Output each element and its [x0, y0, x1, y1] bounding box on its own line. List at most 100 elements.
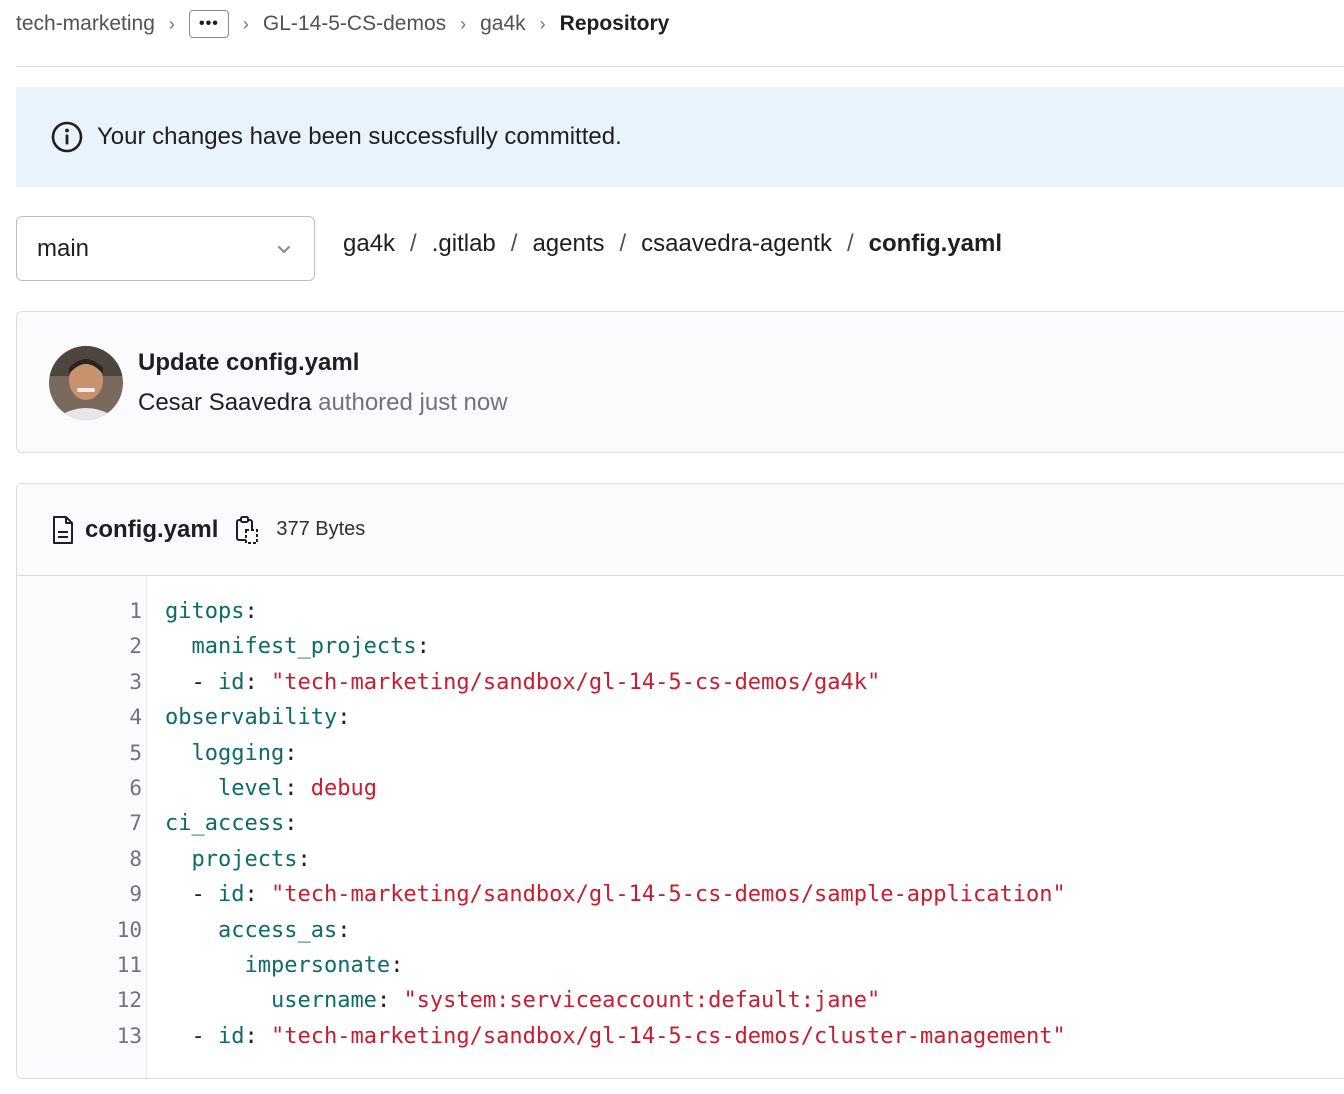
path-segment-gitlab[interactable]: .gitlab	[432, 230, 496, 258]
file-viewer: config.yaml 377 Bytes 1 2 3 4 5 6 7 8 9 10 11 12 13 …	[16, 483, 1344, 1079]
yaml-punctuation: :	[284, 740, 298, 766]
breadcrumb: tech-marketing › ••• › GL-14-5-CS-demos …	[16, 8, 669, 40]
path-separator: /	[510, 230, 518, 257]
path-segment-agent[interactable]: csaavedra-agentk	[641, 230, 832, 258]
file-size: 377 Bytes	[276, 518, 366, 540]
yaml-key: access_as	[217, 917, 338, 943]
yaml-key: level	[217, 775, 285, 801]
yaml-punctuation: :	[390, 952, 404, 978]
yaml-key: id	[217, 882, 245, 908]
yaml-punctuation: -	[165, 669, 218, 695]
document-icon	[51, 515, 75, 545]
yaml-punctuation	[165, 953, 244, 978]
yaml-value: "tech-marketing/sandbox/gl-14-5-cs-demos…	[270, 669, 881, 695]
breadcrumb-ellipsis-button[interactable]: •••	[188, 10, 229, 38]
yaml-punctuation	[165, 988, 271, 1013]
author-avatar[interactable]	[49, 346, 123, 420]
code-line: - id: "tech-marketing/sandbox/gl-14-5-cs…	[165, 877, 1066, 912]
path-segment-current-file: config.yaml	[868, 230, 1002, 257]
line-number-gutter: 1 2 3 4 5 6 7 8 9 10 11 12 13	[17, 576, 147, 1078]
yaml-punctuation: :	[337, 705, 351, 731]
yaml-punctuation	[165, 741, 192, 766]
yaml-punctuation	[165, 847, 192, 872]
yaml-key: logging	[191, 740, 285, 766]
line-number[interactable]: 13	[17, 1019, 146, 1054]
code-line: logging:	[165, 736, 1066, 771]
last-commit-box: Update config.yaml Cesar Saavedra author…	[16, 311, 1344, 453]
line-number[interactable]: 5	[17, 736, 146, 771]
breadcrumb-item-project[interactable]: ga4k	[480, 12, 526, 36]
code-line: - id: "tech-marketing/sandbox/gl-14-5-cs…	[165, 1019, 1066, 1054]
yaml-key: username	[270, 988, 377, 1014]
line-number[interactable]: 2	[17, 629, 146, 664]
line-number[interactable]: 3	[17, 665, 146, 700]
breadcrumb-separator: ›	[168, 13, 175, 34]
yaml-punctuation: :	[244, 1023, 271, 1049]
branch-selected-value: main	[37, 234, 90, 262]
yaml-punctuation: :	[337, 917, 351, 943]
path-separator: /	[410, 230, 417, 257]
code-line: access_as:	[165, 913, 1066, 948]
path-separator: /	[846, 230, 854, 257]
path-segment-project[interactable]: ga4k	[343, 230, 395, 258]
header-divider	[16, 66, 1344, 67]
code-line: ci_access:	[165, 806, 1066, 841]
breadcrumb-separator: ›	[539, 13, 546, 34]
line-number[interactable]: 12	[17, 983, 146, 1018]
alert-message: Your changes have been successfully comm…	[97, 123, 622, 150]
yaml-value: "system:serviceaccount:default:jane"	[403, 988, 881, 1014]
code-content[interactable]: gitops: manifest_projects: - id: "tech-m…	[147, 576, 1066, 1078]
yaml-punctuation: :	[284, 775, 311, 801]
commit-time: authored just now	[318, 389, 508, 416]
chevron-down-icon	[274, 239, 294, 259]
yaml-punctuation: :	[244, 599, 258, 624]
code-line: projects:	[165, 842, 1066, 877]
code-area: 1 2 3 4 5 6 7 8 9 10 11 12 13 gitops: manifest_proje…	[17, 576, 1344, 1078]
breadcrumb-item-subgroup[interactable]: GL-14-5-CS-demos	[263, 12, 446, 36]
commit-author-link[interactable]: Cesar Saavedra	[138, 389, 311, 416]
yaml-punctuation: :	[376, 988, 404, 1014]
line-number[interactable]: 7	[17, 806, 146, 841]
path-separator: /	[619, 230, 627, 257]
breadcrumb-separator: ›	[460, 13, 467, 34]
line-number[interactable]: 6	[17, 771, 146, 806]
yaml-key: observability	[165, 705, 338, 731]
code-line: gitops:	[165, 594, 1066, 629]
yaml-key: id	[217, 1023, 245, 1049]
breadcrumb-separator: ›	[242, 13, 249, 34]
file-path-breadcrumb: ga4k / .gitlab / agents / csaavedra-agen…	[343, 230, 1002, 258]
breadcrumb-item-group[interactable]: tech-marketing	[16, 12, 155, 36]
info-circle-icon	[50, 120, 84, 154]
branch-selector[interactable]: main	[16, 216, 315, 281]
yaml-key: projects	[191, 846, 298, 872]
line-number[interactable]: 4	[17, 700, 146, 735]
line-number[interactable]: 8	[17, 842, 146, 877]
yaml-punctuation: -	[165, 882, 218, 908]
yaml-key: impersonate	[244, 952, 391, 978]
yaml-value: "tech-marketing/sandbox/gl-14-5-cs-demos…	[270, 1023, 1066, 1049]
path-segment-agents[interactable]: agents	[532, 230, 604, 258]
yaml-punctuation: :	[416, 634, 430, 660]
line-number[interactable]: 1	[17, 594, 146, 629]
file-name: config.yaml	[85, 515, 219, 543]
yaml-value: "tech-marketing/sandbox/gl-14-5-cs-demos…	[270, 882, 1066, 908]
yaml-punctuation	[165, 634, 192, 659]
success-alert: Your changes have been successfully comm…	[16, 87, 1344, 187]
yaml-key: id	[217, 669, 245, 695]
copy-to-clipboard-icon[interactable]	[234, 515, 260, 545]
code-line: username: "system:serviceaccount:default…	[165, 983, 1066, 1018]
yaml-value: debug	[310, 775, 377, 801]
commit-meta: Cesar Saavedra authored just now	[138, 389, 508, 417]
yaml-punctuation: -	[165, 1023, 218, 1049]
breadcrumb-item-repository[interactable]: Repository	[560, 12, 670, 36]
code-line: - id: "tech-marketing/sandbox/gl-14-5-cs…	[165, 665, 1066, 700]
yaml-punctuation: :	[297, 846, 311, 872]
line-number[interactable]: 10	[17, 913, 146, 948]
line-number[interactable]: 9	[17, 877, 146, 912]
code-line: impersonate:	[165, 948, 1066, 983]
line-number[interactable]: 11	[17, 948, 146, 983]
yaml-punctuation	[165, 776, 218, 801]
code-line: observability:	[165, 700, 1066, 735]
commit-title-link[interactable]: Update config.yaml	[138, 349, 359, 377]
yaml-punctuation: :	[284, 811, 298, 837]
